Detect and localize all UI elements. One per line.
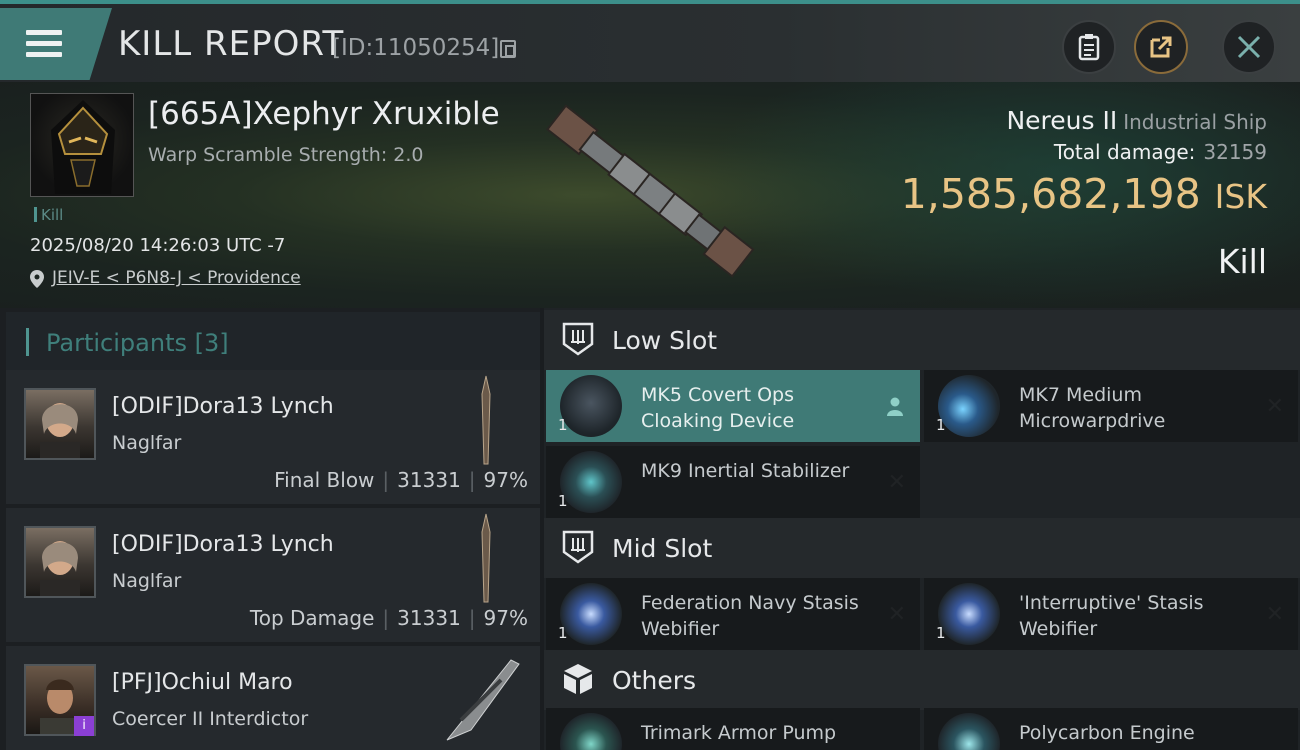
ship-image: [446, 659, 520, 741]
module-name: MK7 Medium Microwarpdrive: [1019, 384, 1166, 432]
inertial-stabilizer-icon: [560, 451, 622, 513]
x-icon: ✕: [1265, 602, 1284, 627]
participant-row[interactable]: i [PFJ]Ochiul Maro Coercer II Interdicto…: [6, 646, 540, 750]
isk-value: 1,585,682,198 ISK: [900, 170, 1267, 218]
module-name: Federation Navy Stasis Webifier: [641, 592, 859, 640]
location-pin-icon: [30, 270, 44, 288]
share-button[interactable]: [1134, 20, 1188, 74]
module-name: Trimark Armor Pump: [641, 722, 837, 744]
clipboard-button[interactable]: [1062, 20, 1116, 74]
module-name: Polycarbon Engine: [1019, 722, 1195, 744]
participant-name[interactable]: [ODIF]Dora13 Lynch: [112, 532, 334, 557]
participants-panel: Participants [3] [ODIF]Dora13 Lynch Nagl…: [0, 308, 540, 750]
module-tile[interactable]: Polycarbon Engine: [924, 708, 1298, 750]
kill-location[interactable]: JEIV-E < P6N8-J < Providence: [30, 268, 301, 288]
participants-title: Participants [3]: [46, 329, 229, 357]
module-tile[interactable]: 1 Federation Navy Stasis Webifier ✕: [546, 578, 920, 650]
avatar: [24, 526, 96, 598]
others-label: Others: [612, 666, 697, 695]
report-id: [ID:11050254]: [332, 35, 500, 61]
total-damage: Total damage: 32159: [1053, 140, 1267, 164]
participant-name[interactable]: [PFJ]Ochiul Maro: [112, 670, 293, 695]
module-quantity: 1: [558, 416, 568, 434]
info-badge: i: [74, 716, 94, 736]
low-slot-icon: [562, 322, 594, 356]
page-title: KILL REPORT: [118, 24, 345, 64]
kill-report-screen: KILL REPORT [ID:11050254] [665A]Xephyr X…: [0, 0, 1300, 750]
victim-banner: [665A]Xephyr Xruxible Warp Scramble Stre…: [0, 82, 1300, 308]
low-slot-label: Low Slot: [612, 326, 718, 355]
close-button[interactable]: [1222, 20, 1276, 74]
participant-ship: Coercer II Interdictor: [112, 708, 309, 730]
kill-tag: Kill: [34, 206, 63, 224]
engine-icon: [938, 713, 1000, 750]
location-link[interactable]: JEIV-E < P6N8-J < Providence: [52, 268, 301, 288]
module-quantity: 1: [936, 624, 946, 642]
module-quantity: 1: [936, 416, 946, 434]
warp-scramble-strength: Warp Scramble Strength: 2.0: [148, 144, 424, 166]
participant-ship: Naglfar: [112, 570, 182, 592]
cloaking-device-icon: [560, 375, 622, 437]
module-tile[interactable]: 1 MK5 Covert Ops Cloaking Device: [546, 370, 920, 442]
clipboard-icon: [1078, 34, 1100, 61]
module-name: MK9 Inertial Stabilizer: [641, 460, 850, 482]
victim-portrait[interactable]: [30, 93, 134, 197]
others-header: Others: [544, 650, 1300, 710]
microwarpdrive-icon: [938, 375, 1000, 437]
participant-row[interactable]: [ODIF]Dora13 Lynch Naglfar Final Blow | 31…: [6, 370, 540, 504]
x-icon: ✕: [887, 602, 906, 627]
armor-pump-icon: [560, 713, 622, 750]
participant-stats: Final Blow | 31331 | 97%: [274, 468, 528, 492]
participant-name[interactable]: [ODIF]Dora13 Lynch: [112, 394, 334, 419]
copy-icon[interactable]: [500, 40, 516, 58]
top-bar: KILL REPORT [ID:11050254]: [0, 0, 1300, 82]
mid-slot-label: Mid Slot: [612, 534, 713, 563]
x-icon: ✕: [1265, 394, 1284, 419]
module-name: 'Interruptive' Stasis Webifier: [1019, 592, 1204, 640]
module-tile[interactable]: 1 MK9 Inertial Stabilizer ✕: [546, 446, 920, 518]
participants-header: Participants [3]: [6, 312, 540, 372]
mid-slot-icon: [562, 530, 594, 564]
ship-image: [546, 104, 755, 278]
participant-stats: Top Damage | 31331 | 97%: [249, 606, 528, 630]
module-quantity: 1: [558, 624, 568, 642]
share-icon: [1150, 36, 1172, 58]
kill-datetime: 2025/08/20 14:26:03 UTC -7: [30, 235, 286, 256]
mid-slot-header: Mid Slot: [544, 518, 1300, 578]
kill-result: Kill: [1217, 242, 1267, 281]
others-cube-icon: [564, 664, 592, 694]
module-tile[interactable]: Trimark Armor Pump: [546, 708, 920, 750]
menu-button[interactable]: [0, 8, 112, 80]
module-tile[interactable]: 1 MK7 Medium Microwarpdrive ✕: [924, 370, 1298, 442]
fitting-panel: Low Slot 1 MK5 Covert Ops Cloaking Devic…: [544, 308, 1300, 750]
person-icon: [887, 397, 903, 416]
victim-name[interactable]: [665A]Xephyr Xruxible: [148, 96, 500, 132]
weapon-image: [481, 513, 491, 603]
weapon-image: [481, 375, 491, 465]
participant-ship: Naglfar: [112, 432, 182, 454]
participant-row[interactable]: [ODIF]Dora13 Lynch Naglfar Top Damage | 31…: [6, 508, 540, 642]
stasis-webifier-icon: [938, 583, 1000, 645]
low-slot-header: Low Slot: [544, 310, 1300, 370]
avatar: [24, 388, 96, 460]
stasis-webifier-icon: [560, 583, 622, 645]
close-icon: [1237, 35, 1261, 59]
module-quantity: 1: [558, 492, 568, 510]
x-icon: ✕: [887, 470, 906, 495]
module-name: MK5 Covert Ops Cloaking Device: [641, 384, 795, 432]
ship-name[interactable]: Nereus II Industrial Ship: [1006, 106, 1267, 135]
menu-icon: [26, 30, 62, 58]
module-tile[interactable]: 1 'Interruptive' Stasis Webifier ✕: [924, 578, 1298, 650]
